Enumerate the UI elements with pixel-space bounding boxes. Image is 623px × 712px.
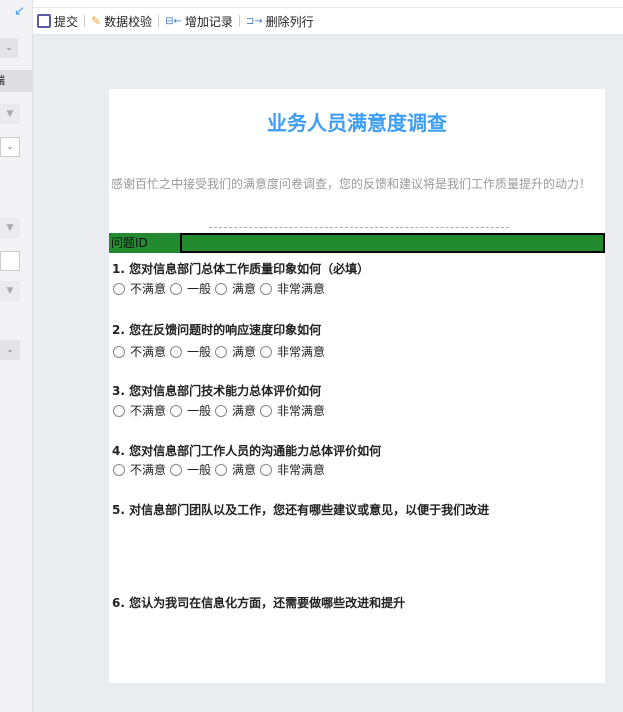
dropdown-1[interactable]: ⌄	[0, 38, 18, 58]
delete-row-label: 删除列行	[265, 14, 314, 29]
option-label: 不满意	[130, 404, 167, 418]
option-unsatisfied[interactable]: 不满意	[113, 402, 166, 419]
option-label: 非常满意	[277, 463, 326, 477]
question-1: 1. 您对信息部门总体工作质量印象如何（必填）	[112, 262, 370, 276]
radio-icon	[170, 404, 183, 417]
add-record-label: 增加记录	[184, 14, 233, 29]
option-label: 非常满意	[277, 404, 326, 418]
delete-row-button[interactable]: ⊐→ 删除列行	[244, 13, 316, 30]
option-label: 满意	[232, 345, 257, 359]
option-label: 满意	[232, 463, 257, 477]
option-average[interactable]: 一般	[170, 280, 211, 297]
option-satisfied[interactable]: 满意	[215, 343, 256, 360]
option-label: 满意	[232, 404, 257, 418]
divider	[84, 15, 86, 27]
option-label: 一般	[187, 463, 212, 477]
question-4-options: 不满意 一般 满意 非常满意	[113, 461, 329, 478]
radio-icon	[215, 345, 228, 358]
question-4: 4. 您对信息部门工作人员的沟通能力总体评价如何	[112, 444, 382, 458]
option-very-satisfied[interactable]: 非常满意	[260, 402, 325, 419]
radio-icon	[170, 282, 183, 295]
radio-icon	[260, 282, 273, 295]
divider	[158, 15, 160, 27]
radio-icon	[260, 404, 273, 417]
text-input-5[interactable]	[0, 251, 20, 271]
option-satisfied[interactable]: 满意	[215, 461, 256, 478]
option-unsatisfied[interactable]: 不满意	[113, 461, 166, 478]
top-strip	[0, 0, 623, 8]
radio-icon	[113, 404, 125, 417]
radio-icon	[113, 282, 125, 295]
radio-icon	[113, 345, 125, 358]
delete-row-icon: ⊐→	[245, 15, 263, 27]
left-panel: ↙ ⌄ 端 ▼ ⌄ ▼ ▼ ⌄	[0, 0, 33, 712]
option-label: 非常满意	[277, 282, 326, 296]
option-label: 不满意	[130, 345, 167, 359]
validate-button[interactable]: ✎ 数据校验	[89, 13, 154, 30]
option-average[interactable]: 一般	[170, 343, 211, 360]
dropdown-7[interactable]: ⌄	[0, 340, 20, 360]
dashed-divider	[209, 227, 509, 228]
option-label: 一般	[187, 404, 212, 418]
radio-icon	[113, 463, 125, 476]
id-input[interactable]	[180, 233, 605, 253]
form-intro: 感谢百忙之中接受我们的满意度问卷调查，您的反馈和建议将是我们工作质量提升的动力！	[111, 177, 592, 191]
add-record-button[interactable]: ⊟← 增加记录	[163, 13, 235, 30]
question-5: 5. 对信息部门团队以及工作，您还有哪些建议或意见，以便于我们改进	[112, 503, 490, 517]
option-label: 一般	[187, 345, 212, 359]
question-5-answer[interactable]	[112, 519, 602, 589]
collapse-arrow-icon[interactable]: ↙	[14, 4, 25, 19]
id-row: 问题ID	[109, 233, 605, 253]
save-icon	[37, 14, 51, 28]
option-very-satisfied[interactable]: 非常满意	[260, 280, 325, 297]
question-2: 2. 您在反馈问题时的响应速度印象如何	[112, 323, 322, 337]
option-very-satisfied[interactable]: 非常满意	[260, 461, 325, 478]
left-panel-label: 端	[0, 70, 32, 92]
question-3-options: 不满意 一般 满意 非常满意	[113, 402, 329, 419]
toolbar: 提交 ✎ 数据校验 ⊟← 增加记录 ⊐→ 删除列行	[33, 8, 623, 35]
id-label: 问题ID	[111, 236, 148, 250]
form-title: 业务人员满意度调查	[267, 111, 447, 135]
option-average[interactable]: 一般	[170, 402, 211, 419]
radio-icon	[215, 282, 228, 295]
divider	[238, 15, 240, 27]
option-label: 非常满意	[277, 345, 326, 359]
validate-label: 数据校验	[104, 14, 153, 29]
submit-button[interactable]: 提交	[35, 13, 80, 30]
option-unsatisfied[interactable]: 不满意	[113, 280, 166, 297]
radio-icon	[260, 345, 273, 358]
dropdown-6[interactable]: ▼	[0, 281, 20, 301]
select-3[interactable]: ⌄	[0, 137, 20, 157]
radio-icon	[170, 345, 183, 358]
radio-icon	[170, 463, 183, 476]
submit-label: 提交	[54, 14, 79, 29]
option-satisfied[interactable]: 满意	[215, 280, 256, 297]
dropdown-2[interactable]: ▼	[0, 104, 20, 124]
question-6: 6. 您认为我司在信息化方面，还需要做哪些改进和提升	[112, 596, 406, 610]
option-very-satisfied[interactable]: 非常满意	[260, 343, 325, 360]
option-label: 不满意	[130, 463, 167, 477]
option-label: 一般	[187, 282, 212, 296]
option-unsatisfied[interactable]: 不满意	[113, 343, 166, 360]
option-average[interactable]: 一般	[170, 461, 211, 478]
question-2-options: 不满意 一般 满意 非常满意	[113, 343, 329, 360]
question-3: 3. 您对信息部门技术能力总体评价如何	[112, 384, 322, 398]
radio-icon	[215, 404, 228, 417]
add-row-icon: ⊟←	[165, 15, 182, 27]
radio-icon	[215, 463, 228, 476]
dropdown-4[interactable]: ▼	[0, 218, 20, 238]
option-label: 不满意	[130, 282, 167, 296]
question-6-answer[interactable]	[112, 612, 602, 677]
form-page: 业务人员满意度调查 感谢百忙之中接受我们的满意度问卷调查，您的反馈和建议将是我们…	[109, 89, 605, 683]
pencil-icon: ✎	[91, 14, 102, 28]
option-satisfied[interactable]: 满意	[215, 402, 256, 419]
option-label: 满意	[232, 282, 257, 296]
radio-icon	[260, 463, 273, 476]
question-1-options: 不满意 一般 满意 非常满意	[113, 280, 329, 297]
